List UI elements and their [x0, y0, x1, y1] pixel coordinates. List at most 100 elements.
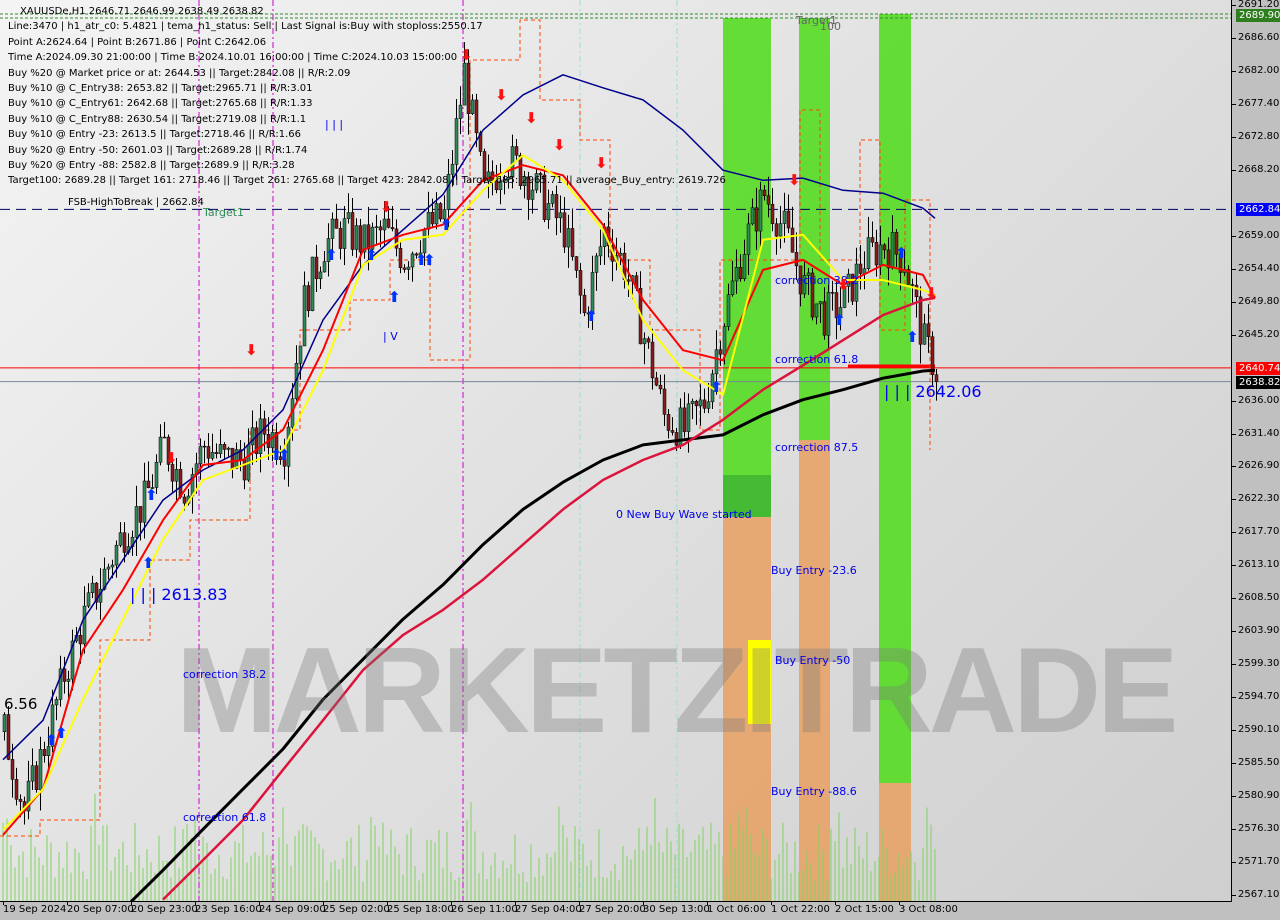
candle-body [726, 294, 731, 327]
price-tick: 2599.30 [1231, 658, 1280, 670]
candle-body [734, 267, 739, 282]
candle-body [778, 223, 783, 237]
sell-arrow-icon: ⬇ [788, 171, 801, 189]
candle-body [714, 349, 719, 375]
price-tick: 2613.10 [1231, 559, 1280, 571]
candle-body [110, 564, 115, 568]
candle-body [646, 338, 651, 343]
buy-arrow-icon: ⬆ [325, 246, 338, 264]
candle-body [822, 301, 827, 336]
candle-body [154, 461, 159, 488]
candle-body [818, 301, 823, 305]
candle-body [90, 582, 95, 594]
time-tick: 20 Sep 23:00 [131, 901, 198, 915]
price-tick: 2668.20 [1231, 163, 1280, 175]
candle-body [198, 445, 203, 465]
candle-body [670, 430, 675, 433]
price-tick: 2649.80 [1231, 295, 1280, 307]
candle-body [682, 407, 687, 432]
candle-body [54, 699, 59, 706]
buy-entry-50-label: Buy Entry -50 [775, 654, 851, 667]
time-tick: 30 Sep 13:00 [643, 901, 710, 915]
candle-body [378, 226, 383, 231]
candle-body [766, 195, 771, 205]
candle-body [114, 544, 119, 566]
candle-body [382, 218, 387, 231]
new-wave-label: 0 New Buy Wave started [616, 508, 752, 521]
candle-body [666, 414, 671, 431]
time-tick: 2 Oct 15:00 [835, 901, 894, 915]
fsb-label: FSB-HighToBreak | 2662.84 [68, 197, 204, 208]
candle-body [550, 194, 555, 204]
info-line: Time A:2024.09.30 21:00:00 | Time B:2024… [8, 52, 458, 64]
candle-body [406, 266, 411, 270]
candle-body [306, 285, 311, 311]
candle-body [702, 399, 707, 409]
candle-body [410, 253, 415, 268]
candle-body [594, 255, 599, 273]
candle-body [882, 244, 887, 251]
candle-body [562, 212, 567, 248]
candle-body [422, 229, 427, 254]
candle-body [222, 444, 227, 450]
info-line: Point A:2624.64 | Point B:2671.86 | Poin… [8, 36, 267, 48]
candle-body [922, 323, 927, 345]
candle-body [762, 189, 767, 196]
candle-body [14, 779, 19, 800]
price-tick: 2571.70 [1231, 856, 1280, 867]
value-label: 6.56 [4, 695, 38, 713]
candle-body [226, 447, 231, 450]
candle-body [390, 227, 395, 230]
candle-body [554, 194, 559, 219]
candle-body [86, 592, 91, 607]
info-line: Target100: 2689.28 || Target 161: 2718.4… [8, 175, 726, 187]
candle-body [722, 326, 727, 355]
price-tick: 2659.00 [1231, 229, 1280, 241]
price-tick: 2617.70 [1231, 526, 1280, 538]
candle-body [926, 323, 931, 337]
point-a-label: | | | 2613.83 [130, 585, 228, 604]
price-axis[interactable]: 2691.20 2686.60 2682.00 2677.40 2672.80 2668.… [1231, 0, 1280, 920]
candle-body [662, 388, 667, 415]
candle-body [38, 749, 43, 790]
buy-arrow-icon: ⬆ [906, 328, 919, 346]
candle-body [206, 446, 211, 459]
candle-body [242, 459, 247, 481]
buy-arrow-icon: ⬆ [710, 378, 723, 396]
price-tick: 2580.90 [1231, 790, 1280, 802]
candle-body [730, 280, 735, 296]
time-axis[interactable]: 19 Sep 2024 20 Sep 07:00 20 Sep 23:00 23 Se… [0, 901, 1232, 920]
candle-body [706, 401, 711, 409]
candle-body [558, 212, 563, 219]
buy-arrow-icon: ⬆ [423, 251, 436, 269]
candle-body [214, 452, 219, 454]
candle-body [386, 218, 391, 228]
buy-arrow-icon: ⬆ [142, 554, 155, 572]
candle-body [546, 203, 551, 220]
candle-body [578, 270, 583, 296]
buy-arrow-icon: ⬆ [365, 246, 378, 264]
buy-entry-88-label: Buy Entry -88.6 [771, 785, 857, 798]
candle-body [350, 212, 355, 250]
chart-title: XAUUSDe,H1 2646.71 2646.99 2638.49 2638.… [20, 6, 264, 17]
time-tick: 25 Sep 02:00 [323, 901, 390, 915]
candle-body [782, 210, 787, 224]
candle-body [318, 271, 323, 280]
buy-zone-green [723, 18, 771, 517]
candle-body [878, 244, 883, 266]
time-tick: 20 Sep 07:00 [67, 901, 134, 915]
candle-body [790, 227, 795, 253]
candle-body [302, 285, 307, 347]
candle-body [134, 506, 139, 538]
candle-body [122, 532, 127, 553]
candle-body [162, 436, 167, 439]
candle-body [890, 232, 895, 269]
correction-38-label: correction 38.2 [183, 668, 267, 681]
candle-body [738, 267, 743, 280]
watermark-logo: MARKETZITRADE [176, 622, 1178, 758]
time-tick: 3 Oct 08:00 [899, 901, 958, 915]
correction-61-right-label: correction 61.8 [775, 353, 859, 366]
price-chart[interactable]: MARKETZITRADE XAUUSDe,H1 2646.71 2646.99… [0, 0, 1232, 902]
candle-body [202, 445, 207, 448]
sell-arrow-icon: ⬇ [925, 284, 938, 302]
